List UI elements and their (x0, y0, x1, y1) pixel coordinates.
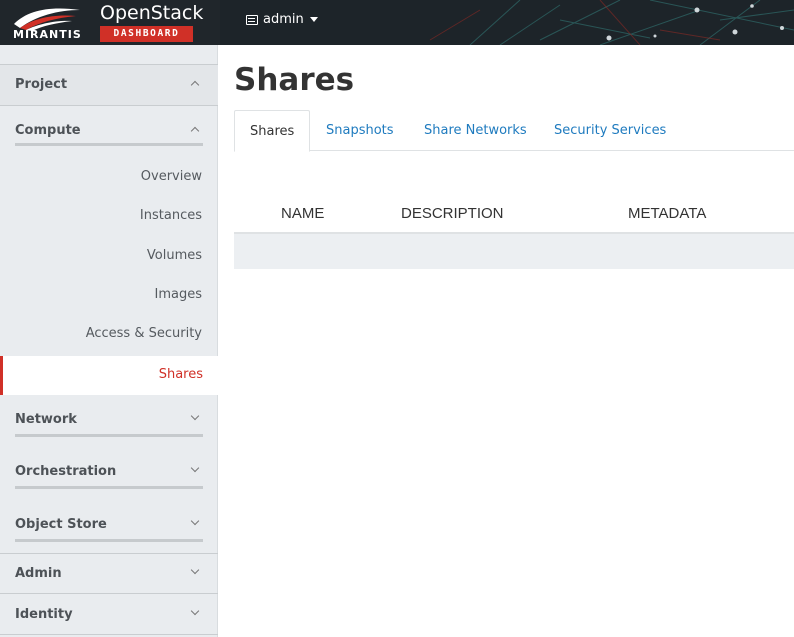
column-header-metadata[interactable]: METADATA (628, 205, 706, 222)
sidebar-divider (0, 634, 218, 635)
brand-logo-area[interactable]: MIRANTIS OpenStack DASHBOARD (0, 0, 220, 45)
column-header-description[interactable]: DESCRIPTION (401, 205, 504, 222)
tab-security-services[interactable]: Security Services (554, 110, 666, 151)
user-card-icon (246, 14, 258, 25)
sidebar-item-volumes[interactable]: Volumes (147, 248, 202, 263)
sidebar-section-label: Admin (15, 566, 62, 581)
table-row-empty (234, 234, 794, 269)
sidebar-section-underline (15, 434, 203, 437)
sidebar-section-identity[interactable]: Identity (0, 593, 218, 633)
tab-snapshots[interactable]: Snapshots (326, 110, 394, 151)
mirantis-wordmark: MIRANTIS (13, 28, 82, 41)
dashboard-badge: DASHBOARD (100, 26, 193, 42)
sidebar-section-label: Network (15, 412, 77, 427)
sidebar-section-label: Compute (15, 123, 81, 138)
sidebar-section-label: Orchestration (15, 464, 117, 479)
sidebar-section-admin[interactable]: Admin (0, 553, 218, 593)
tab-bar: Shares Snapshots Share Networks Security… (234, 110, 794, 152)
tab-shares[interactable]: Shares (234, 110, 311, 152)
caret-down-icon (309, 17, 318, 22)
sidebar-section-underline (15, 539, 203, 542)
column-header-name[interactable]: NAME (281, 205, 324, 222)
sidebar-section-underline (15, 486, 203, 489)
tab-share-networks[interactable]: Share Networks (424, 110, 527, 151)
sidebar-item-access-security[interactable]: Access & Security (86, 326, 202, 341)
sidebar-section-label: Identity (15, 607, 73, 622)
chevron-down-icon (190, 463, 200, 473)
openstack-title: OpenStack (100, 2, 204, 24)
sidebar-item-overview[interactable]: Overview (141, 169, 202, 184)
chevron-down-icon (190, 516, 200, 526)
sidebar-item-instances[interactable]: Instances (140, 208, 202, 223)
page-title: Shares (234, 62, 355, 98)
sidebar-section-label: Object Store (15, 517, 107, 532)
chevron-up-icon (190, 80, 200, 90)
chevron-down-icon (190, 565, 200, 575)
sidebar-section-project[interactable]: Project (0, 65, 218, 105)
sidebar-item-images[interactable]: Images (155, 287, 203, 302)
top-navbar: MIRANTIS OpenStack DASHBOARD admin (0, 0, 794, 45)
user-menu-dropdown[interactable]: admin (246, 12, 318, 27)
sidebar-section-underline (15, 143, 203, 146)
user-menu-label: admin (263, 12, 304, 27)
chevron-down-icon (190, 606, 200, 616)
sidebar-item-shares[interactable]: Shares (0, 356, 218, 395)
sidebar: Project Compute Overview Instances Volum… (0, 45, 218, 637)
chevron-down-icon (190, 411, 200, 421)
sidebar-section-label: Project (15, 77, 68, 92)
chevron-up-icon (190, 126, 200, 136)
shares-table-header: NAME DESCRIPTION METADATA (234, 195, 794, 234)
sidebar-item-label: Shares (158, 367, 203, 382)
